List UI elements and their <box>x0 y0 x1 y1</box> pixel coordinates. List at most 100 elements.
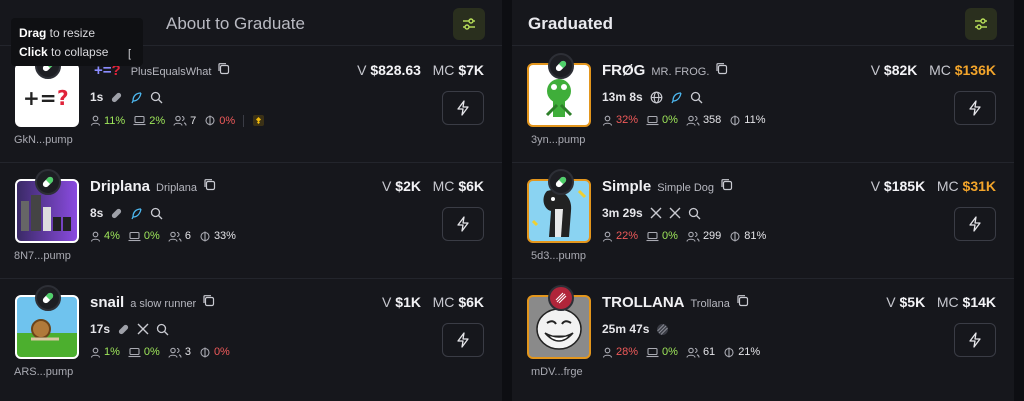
token-address[interactable]: ARS...pump <box>14 366 73 378</box>
token-card[interactable]: 3yn...pump FRØG MR. FROG. 13m 8s 32% 0% … <box>512 47 1014 163</box>
search-icon[interactable] <box>150 207 163 220</box>
token-age: 17s <box>90 322 111 336</box>
globe-icon[interactable] <box>650 91 663 104</box>
crosshair-icon <box>730 115 740 125</box>
laptop-icon <box>133 115 146 126</box>
quick-buy-button[interactable] <box>954 323 996 357</box>
volume-value: $185K <box>883 178 926 194</box>
holders-stat: 3 <box>168 346 191 358</box>
volume-value: $5K <box>899 294 926 310</box>
quick-buy-button[interactable] <box>442 207 484 241</box>
quick-buy-button[interactable] <box>442 323 484 357</box>
token-card[interactable]: 8N7...pump Driplana Driplana 8s 4% 0% 6 … <box>0 163 502 279</box>
token-ticker: TROLLANA <box>602 294 685 311</box>
svg-text:?: ? <box>57 86 69 110</box>
user-icon <box>90 231 101 242</box>
snipers-stat: 0% <box>204 115 235 127</box>
search-icon[interactable] <box>690 91 703 104</box>
svg-text:+=: += <box>23 86 57 110</box>
pill-icon <box>548 53 574 79</box>
pill-icon <box>35 285 61 311</box>
top10-holders-stat: 1% <box>90 346 120 358</box>
token-card[interactable]: mDV...frge TROLLANA Trollana 25m 47s 28%… <box>512 279 1014 395</box>
about-to-graduate-column: About to Graduate Drag to resize Click t… <box>0 0 502 401</box>
quick-buy-button[interactable] <box>954 91 996 125</box>
quick-buy-button[interactable] <box>442 91 484 125</box>
search-icon[interactable] <box>156 323 169 336</box>
copy-icon[interactable] <box>736 294 749 307</box>
mcap-value: $6K <box>458 178 484 194</box>
token-address[interactable]: GkN...pump <box>14 134 73 146</box>
token-card[interactable]: ARS...pump snail a slow runner 17s 1% 0%… <box>0 279 502 395</box>
search-icon[interactable] <box>688 207 701 220</box>
token-name: Driplana <box>156 182 197 194</box>
token-age: 13m 8s <box>602 90 643 104</box>
pill-icon <box>35 169 61 195</box>
users-icon <box>168 347 182 358</box>
mcap-value: $136K <box>954 62 996 78</box>
snipers-stat: 0% <box>199 346 230 358</box>
x-twitter-icon[interactable] <box>137 323 149 335</box>
volume-value: $2K <box>395 178 421 194</box>
dev-holding-stat: 0% <box>128 346 160 358</box>
token-address[interactable]: 5d3...pump <box>531 250 586 262</box>
x-twitter-icon[interactable] <box>669 207 681 219</box>
copy-icon[interactable] <box>217 62 230 75</box>
snipers-stat: 81% <box>729 230 766 242</box>
feather-icon[interactable] <box>130 91 143 104</box>
laptop-icon <box>646 115 659 125</box>
lightning-icon <box>969 216 981 232</box>
column-title: Graduated <box>528 14 614 33</box>
lightning-icon <box>969 332 981 348</box>
pump-badge-icon <box>548 285 574 311</box>
quick-buy-button[interactable] <box>954 207 996 241</box>
token-ticker: Simple <box>602 178 652 195</box>
token-card[interactable]: 5d3...pump Simple Simple Dog 3m 29s 22% … <box>512 163 1014 279</box>
dev-holding-stat: 0% <box>646 346 678 358</box>
token-address[interactable]: mDV...frge <box>531 366 583 378</box>
token-address[interactable]: 3yn...pump <box>531 134 585 146</box>
top10-holders-stat: 28% <box>602 346 638 358</box>
mcap-value: $6K <box>458 294 484 310</box>
user-icon <box>90 347 101 358</box>
shortcut-key: [ <box>127 48 131 60</box>
filter-button[interactable] <box>453 8 485 40</box>
token-name: PlusEqualsWhat <box>130 66 212 78</box>
user-icon <box>602 115 613 126</box>
feather-icon[interactable] <box>670 91 683 104</box>
volume-mcap: V $185K MC $31K <box>870 178 996 194</box>
copy-icon[interactable] <box>202 294 215 307</box>
copy-icon[interactable] <box>203 178 216 191</box>
volume-mcap: V $1K MC $6K <box>382 294 484 310</box>
token-name: MR. FROG. <box>651 66 710 78</box>
search-icon[interactable] <box>150 91 163 104</box>
binance-icon <box>253 115 265 126</box>
token-name: Trollana <box>690 298 730 310</box>
mcap-value: $14K <box>962 294 996 310</box>
snipers-stat: 33% <box>199 230 236 242</box>
column-title: About to Graduate <box>166 14 305 33</box>
laptop-icon <box>646 347 659 357</box>
token-address[interactable]: 8N7...pump <box>14 250 71 262</box>
pill-icon <box>548 169 574 195</box>
copy-icon[interactable] <box>715 62 728 75</box>
token-age: 3m 29s <box>602 206 643 220</box>
top10-holders-stat: 32% <box>602 114 638 126</box>
pill-small-icon <box>112 92 122 102</box>
pump-stripes-icon <box>657 323 669 335</box>
lightning-icon <box>457 332 469 348</box>
copy-icon[interactable] <box>720 178 733 191</box>
lightning-icon <box>457 100 469 116</box>
mcap-value: $7K <box>458 62 484 78</box>
x-twitter-icon[interactable] <box>650 207 662 219</box>
dev-holding-stat: 0% <box>128 230 160 242</box>
pill-small-icon <box>118 324 129 334</box>
laptop-icon <box>128 231 141 241</box>
dev-holding-stat: 0% <box>646 230 678 242</box>
token-ticker: snail <box>90 294 125 311</box>
feather-icon[interactable] <box>130 207 143 220</box>
filter-button[interactable] <box>965 8 997 40</box>
dev-holding-stat: 2% <box>133 115 165 127</box>
lightning-icon <box>969 100 981 116</box>
token-age: 25m 47s <box>602 322 650 336</box>
